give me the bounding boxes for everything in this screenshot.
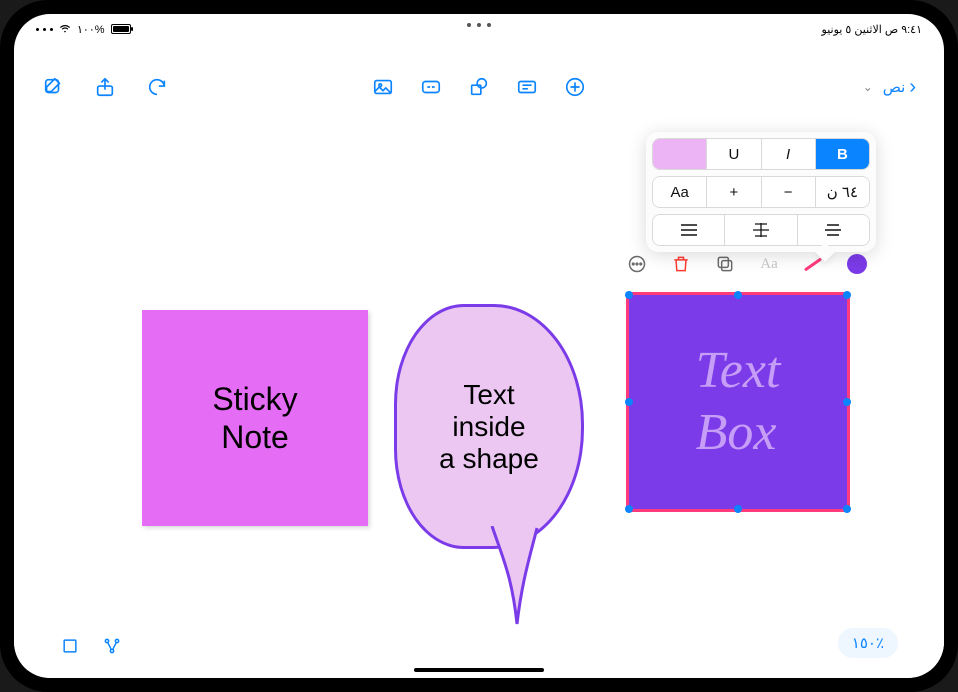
font-size-segment: Aa + − ٦٤ ن bbox=[652, 176, 870, 208]
alignment-segment bbox=[652, 214, 870, 246]
link-icon[interactable] bbox=[420, 76, 442, 98]
device-frame: ٩:٤١ ص الاثنين ٥ يونيو ١٠٠% bbox=[0, 0, 958, 692]
share-icon[interactable] bbox=[94, 76, 116, 98]
top-toolbar: ⌄ نص › bbox=[14, 72, 944, 102]
zoom-button[interactable]: ١٥٠٪ bbox=[838, 628, 898, 658]
text-box-text: Text Box bbox=[696, 340, 781, 465]
text-style-segment: U I B bbox=[652, 138, 870, 170]
font-size-label[interactable]: ٦٤ ن bbox=[816, 177, 869, 207]
battery-icon bbox=[111, 24, 131, 34]
text-style-button[interactable]: Aa bbox=[758, 253, 780, 275]
selection-handle[interactable] bbox=[843, 291, 851, 299]
increase-size-button[interactable]: + bbox=[707, 177, 761, 207]
underline-button[interactable]: U bbox=[707, 139, 761, 169]
shapes-icon[interactable] bbox=[468, 76, 490, 98]
bold-button[interactable]: B bbox=[816, 139, 869, 169]
more-button[interactable] bbox=[626, 253, 648, 275]
compose-icon[interactable] bbox=[42, 76, 64, 98]
wifi-icon bbox=[59, 24, 71, 34]
color-swatch-button[interactable] bbox=[653, 139, 707, 169]
back-button[interactable]: نص › bbox=[883, 76, 916, 99]
media-icon[interactable] bbox=[372, 76, 394, 98]
shape-text: Text inside a shape bbox=[439, 379, 539, 475]
canvas[interactable]: U I B Aa + − ٦٤ ن bbox=[14, 110, 944, 678]
italic-button[interactable]: I bbox=[762, 139, 816, 169]
fill-color-button[interactable] bbox=[846, 253, 868, 275]
selection-handle[interactable] bbox=[625, 398, 633, 406]
screen: ٩:٤١ ص الاثنين ٥ يونيو ١٠٠% bbox=[14, 14, 944, 678]
sticky-note-text: Sticky Note bbox=[212, 380, 297, 457]
status-time: ٩:٤١ ص الاثنين ٥ يونيو bbox=[822, 23, 922, 36]
selection-handle[interactable] bbox=[625, 505, 633, 513]
chevron-right-icon: › bbox=[909, 76, 916, 99]
selection-handle[interactable] bbox=[843, 505, 851, 513]
align-center-button[interactable] bbox=[798, 215, 869, 245]
selection-handle[interactable] bbox=[734, 291, 742, 299]
align-strike-center-button[interactable] bbox=[725, 215, 797, 245]
textbox-icon[interactable] bbox=[516, 76, 538, 98]
bottom-left-tools bbox=[60, 636, 122, 656]
align-justify-button[interactable] bbox=[653, 215, 725, 245]
selection-handle[interactable] bbox=[625, 291, 633, 299]
format-popover: U I B Aa + − ٦٤ ن bbox=[646, 132, 876, 252]
navigator-icon[interactable] bbox=[102, 636, 122, 656]
selection-handle[interactable] bbox=[734, 505, 742, 513]
sticky-note[interactable]: Sticky Note bbox=[142, 310, 368, 526]
more-apps-icon bbox=[36, 28, 53, 31]
pen-icon[interactable] bbox=[564, 76, 586, 98]
speech-bubble-tail bbox=[482, 526, 542, 626]
duplicate-button[interactable] bbox=[714, 253, 736, 275]
home-indicator[interactable] bbox=[414, 668, 544, 672]
frame-icon[interactable] bbox=[60, 636, 80, 656]
selection-handle[interactable] bbox=[843, 398, 851, 406]
delete-button[interactable] bbox=[670, 253, 692, 275]
back-label-text: نص bbox=[883, 78, 906, 96]
decrease-size-button[interactable]: − bbox=[762, 177, 816, 207]
speech-bubble-shape[interactable]: Text inside a shape bbox=[394, 304, 584, 549]
text-box[interactable]: Text Box bbox=[626, 292, 850, 512]
font-picker-button[interactable]: Aa bbox=[653, 177, 707, 207]
status-bar: ٩:٤١ ص الاثنين ٥ يونيو ١٠٠% bbox=[36, 22, 922, 36]
chevron-down-icon[interactable]: ⌄ bbox=[863, 80, 873, 94]
battery-pct: ١٠٠% bbox=[77, 23, 105, 36]
redo-icon[interactable] bbox=[146, 76, 168, 98]
inline-tools-row: Aa bbox=[626, 253, 868, 275]
